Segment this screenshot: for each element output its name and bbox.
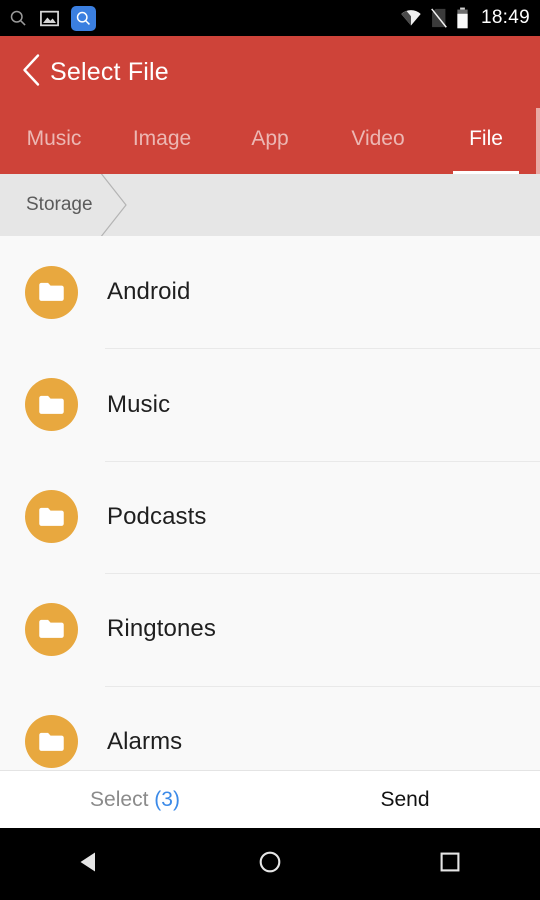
breadcrumb: Storage bbox=[0, 171, 540, 239]
list-item[interactable]: Ringtones bbox=[0, 573, 540, 685]
select-button[interactable]: Select (3) bbox=[0, 788, 270, 812]
list-item[interactable]: Android bbox=[0, 236, 540, 348]
phone-screen: 18:49 Select File Music Image App Video … bbox=[0, 0, 540, 900]
recents-square-icon bbox=[438, 850, 462, 879]
tab-app-label: App bbox=[251, 127, 289, 150]
tab-video[interactable]: Video bbox=[324, 108, 432, 174]
chevron-left-icon bbox=[21, 53, 43, 92]
status-bar-system-icons: 18:49 bbox=[400, 7, 540, 29]
select-button-label: Select bbox=[90, 787, 149, 811]
nav-recents-button[interactable] bbox=[360, 850, 540, 879]
list-item-label: Android bbox=[107, 278, 191, 306]
search-icon bbox=[8, 8, 28, 28]
tab-file[interactable]: File bbox=[432, 108, 540, 174]
folder-icon bbox=[25, 602, 78, 656]
android-nav-bar bbox=[0, 828, 540, 900]
send-button[interactable]: Send bbox=[270, 788, 540, 812]
back-button[interactable] bbox=[12, 52, 52, 92]
back-triangle-icon bbox=[77, 849, 103, 880]
nav-home-button[interactable] bbox=[180, 849, 360, 880]
nav-back-button[interactable] bbox=[0, 849, 180, 880]
status-bar-notification-icons bbox=[0, 5, 96, 31]
list-item[interactable]: Music bbox=[0, 348, 540, 460]
tab-image-label: Image bbox=[132, 127, 192, 150]
bottom-action-bar: Select (3) Send bbox=[0, 770, 540, 828]
tab-music-label: Music bbox=[26, 127, 82, 150]
tab-bar: Music Image App Video File bbox=[0, 108, 540, 174]
select-count-badge: (3) bbox=[154, 787, 180, 811]
page-title: Select File bbox=[50, 57, 169, 86]
photo-icon bbox=[39, 8, 60, 29]
list-item-label: Podcasts bbox=[107, 502, 207, 530]
tab-file-label: File bbox=[469, 127, 503, 150]
wifi-icon bbox=[400, 9, 422, 27]
folder-icon bbox=[25, 265, 78, 319]
list-item-label: Alarms bbox=[107, 727, 183, 755]
file-list[interactable]: Android Music Podcasts Ringtones Alarms bbox=[0, 236, 540, 770]
battery-icon bbox=[456, 7, 469, 29]
breadcrumb-item-storage[interactable]: Storage bbox=[0, 194, 93, 216]
list-item[interactable]: Alarms bbox=[0, 685, 540, 770]
tab-scroll-indicator[interactable] bbox=[536, 108, 540, 174]
search-app-badge-icon bbox=[71, 5, 96, 31]
folder-icon bbox=[25, 715, 78, 769]
tab-app[interactable]: App bbox=[216, 108, 324, 174]
chevron-right-icon bbox=[99, 171, 134, 239]
status-bar-clock: 18:49 bbox=[480, 7, 530, 28]
tab-music[interactable]: Music bbox=[0, 108, 108, 174]
folder-icon bbox=[25, 378, 78, 432]
tab-image[interactable]: Image bbox=[108, 108, 216, 174]
list-item-label: Ringtones bbox=[107, 615, 216, 643]
status-bar: 18:49 bbox=[0, 0, 540, 36]
home-circle-icon bbox=[257, 849, 283, 880]
app-bar: Select File bbox=[0, 36, 540, 108]
folder-icon bbox=[25, 490, 78, 544]
list-item-label: Music bbox=[107, 390, 171, 418]
tab-video-label: Video bbox=[351, 127, 405, 150]
no-sim-icon bbox=[431, 8, 447, 28]
list-item[interactable]: Podcasts bbox=[0, 460, 540, 573]
